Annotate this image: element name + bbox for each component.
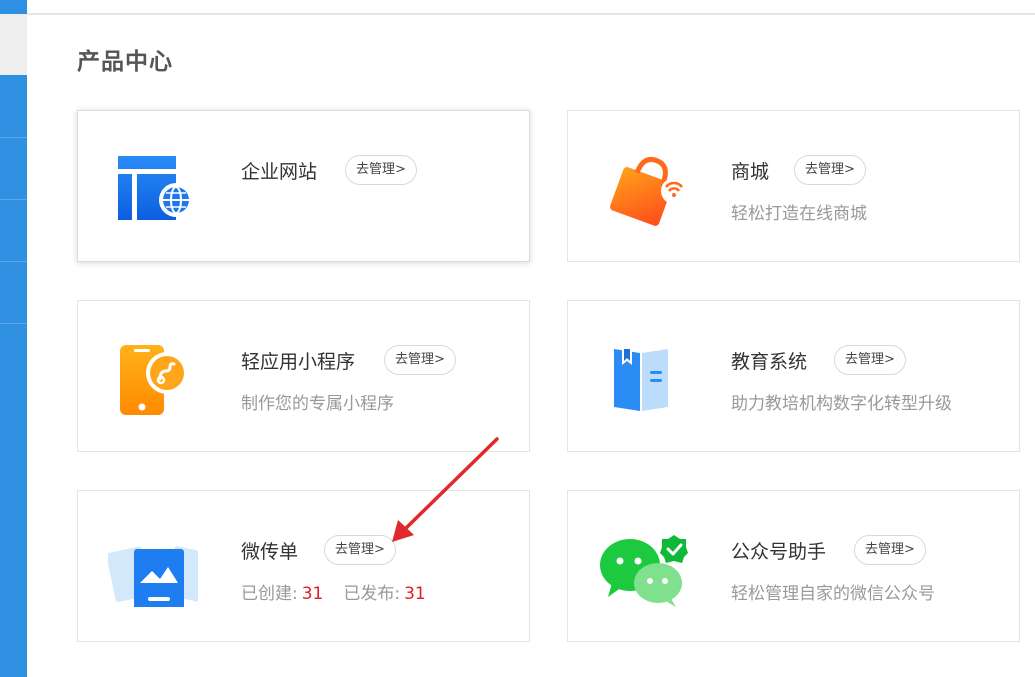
product-description: 制作您的专属小程序 — [241, 394, 394, 414]
mini-program-phone-icon — [108, 337, 198, 417]
website-icon — [108, 147, 198, 227]
product-card-education[interactable]: 教育系统 去管理> 助力教培机构数字化转型升级 — [567, 300, 1020, 452]
product-name: 教育系统 — [731, 351, 808, 373]
sidebar-active-item[interactable] — [0, 14, 27, 75]
shopping-bag-icon — [598, 147, 688, 227]
product-card-mall[interactable]: 商城 去管理> 轻松打造在线商城 — [567, 110, 1020, 262]
product-description: 轻松管理自家的微信公众号 — [731, 584, 935, 604]
header-divider — [27, 13, 1035, 15]
manage-button[interactable]: 去管理> — [834, 345, 906, 375]
flyer-icon — [106, 527, 210, 615]
product-card-mini-program[interactable]: 轻应用小程序 去管理> 制作您的专属小程序 — [77, 300, 530, 452]
product-description: 轻松打造在线商城 — [731, 204, 867, 224]
sidebar-divider — [0, 137, 27, 138]
product-card-flyer[interactable]: 微传单 去管理> 已创建: 31 已发布: 31 — [77, 490, 530, 642]
published-count: 31 — [404, 584, 426, 604]
manage-button[interactable]: 去管理> — [345, 155, 417, 185]
product-card-website[interactable]: 企业网站 去管理> — [77, 110, 530, 262]
product-card-wechat-assistant[interactable]: 公众号助手 去管理> 轻松管理自家的微信公众号 — [567, 490, 1020, 642]
sidebar-divider — [0, 261, 27, 262]
product-name: 轻应用小程序 — [241, 351, 356, 373]
manage-button[interactable]: 去管理> — [324, 535, 396, 565]
wechat-icon — [598, 527, 688, 607]
sidebar-divider — [0, 199, 27, 200]
product-name: 商城 — [731, 161, 770, 183]
left-sidebar — [0, 0, 27, 677]
product-description: 助力教培机构数字化转型升级 — [731, 394, 952, 414]
manage-button[interactable]: 去管理> — [794, 155, 866, 185]
education-book-icon — [598, 337, 688, 417]
sidebar-divider — [0, 323, 27, 324]
manage-button[interactable]: 去管理> — [854, 535, 926, 565]
created-count: 31 — [301, 584, 324, 604]
manage-button[interactable]: 去管理> — [384, 345, 456, 375]
product-name: 微传单 — [241, 541, 299, 563]
flyer-stats: 已创建: 31 已发布: 31 — [241, 579, 426, 604]
product-name: 公众号助手 — [731, 541, 827, 563]
published-label: 已发布: — [343, 584, 401, 604]
created-label: 已创建: — [241, 584, 298, 604]
product-name: 企业网站 — [241, 161, 318, 183]
page-title: 产品中心 — [77, 49, 173, 75]
